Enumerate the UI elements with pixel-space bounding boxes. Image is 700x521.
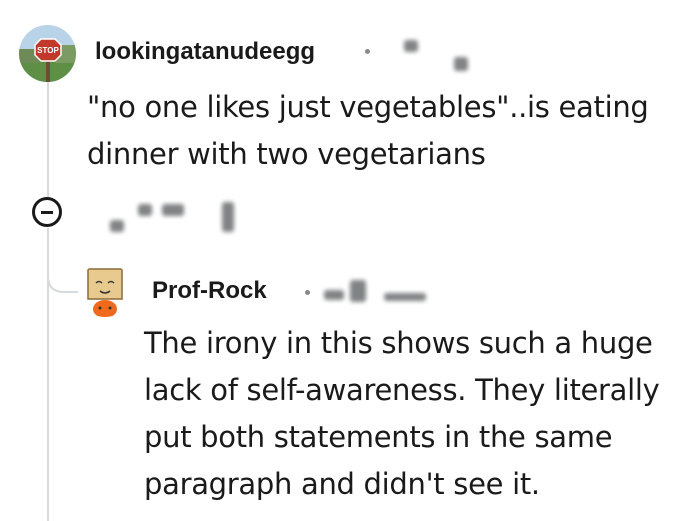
- svg-text:STOP: STOP: [37, 46, 59, 55]
- stop-sign-avatar-icon: STOP: [19, 25, 76, 82]
- box-head-avatar-icon: [78, 263, 132, 317]
- reply-body: The irony in this shows such a huge lack…: [144, 326, 660, 501]
- reply-connector: [47, 228, 80, 293]
- reply-username[interactable]: Prof-Rock: [152, 277, 267, 305]
- reply-avatar[interactable]: [78, 263, 132, 317]
- separator-dot: [365, 49, 370, 54]
- avatar[interactable]: STOP: [19, 25, 76, 82]
- separator-dot: [305, 290, 310, 295]
- comment-username[interactable]: lookingatanudeegg: [95, 38, 315, 66]
- thread-line-main: [47, 80, 49, 198]
- comment-body: "no one likes just vegetables"..is eatin…: [87, 90, 649, 171]
- collapse-icon[interactable]: [32, 197, 62, 227]
